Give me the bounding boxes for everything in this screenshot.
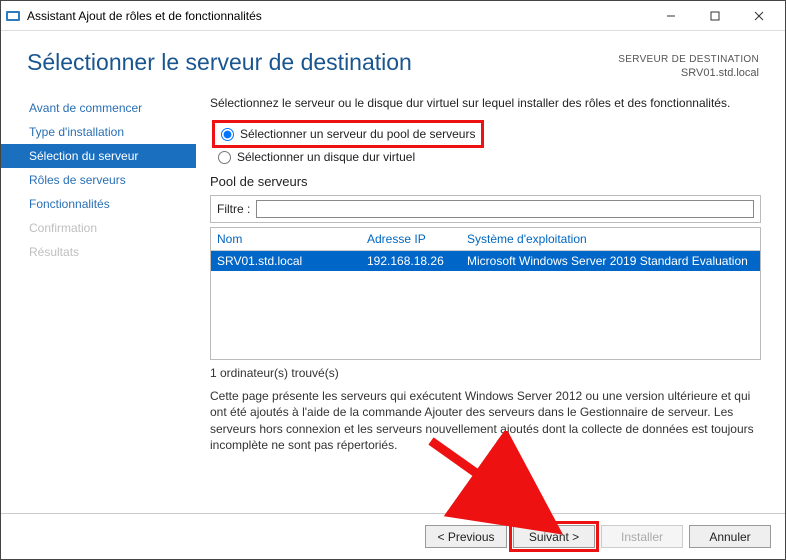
table-row[interactable]: SRV01.std.local 192.168.18.26 Microsoft … bbox=[211, 251, 760, 271]
highlight-select-pool: Sélectionner un serveur du pool de serve… bbox=[212, 120, 484, 148]
radio-vhd-label: Sélectionner un disque dur virtuel bbox=[237, 150, 415, 164]
step-features[interactable]: Fonctionnalités bbox=[1, 192, 196, 216]
titlebar: Assistant Ajout de rôles et de fonctionn… bbox=[1, 1, 785, 31]
radio-vhd[interactable] bbox=[218, 151, 231, 164]
filter-label: Filtre : bbox=[217, 202, 250, 216]
minimize-button[interactable] bbox=[649, 2, 693, 30]
wizard-steps: Avant de commencer Type d'installation S… bbox=[1, 86, 196, 524]
window-title: Assistant Ajout de rôles et de fonctionn… bbox=[27, 9, 649, 23]
destination-server: SRV01.std.local bbox=[618, 66, 759, 80]
explain-text: Cette page présente les serveurs qui exé… bbox=[210, 388, 761, 453]
step-results: Résultats bbox=[1, 240, 196, 264]
footer: < Previous Suivant > Installer Annuler bbox=[1, 513, 785, 559]
step-before-you-begin[interactable]: Avant de commencer bbox=[1, 96, 196, 120]
filter-input[interactable] bbox=[256, 200, 754, 218]
step-server-selection[interactable]: Sélection du serveur bbox=[1, 144, 196, 168]
cell-ip: 192.168.18.26 bbox=[367, 254, 467, 268]
col-ip[interactable]: Adresse IP bbox=[367, 232, 467, 246]
close-button[interactable] bbox=[737, 2, 781, 30]
col-os[interactable]: Système d'exploitation bbox=[467, 232, 754, 246]
step-confirmation: Confirmation bbox=[1, 216, 196, 240]
col-name[interactable]: Nom bbox=[217, 232, 367, 246]
filter-row: Filtre : bbox=[210, 195, 761, 223]
table-body: SRV01.std.local 192.168.18.26 Microsoft … bbox=[211, 251, 760, 359]
table-header: Nom Adresse IP Système d'exploitation bbox=[211, 228, 760, 251]
install-button: Installer bbox=[601, 525, 683, 548]
cell-os: Microsoft Windows Server 2019 Standard E… bbox=[467, 254, 754, 268]
content: Avant de commencer Type d'installation S… bbox=[1, 86, 785, 524]
server-count: 1 ordinateur(s) trouvé(s) bbox=[210, 366, 761, 380]
pool-title: Pool de serveurs bbox=[210, 174, 761, 189]
intro-text: Sélectionnez le serveur ou le disque dur… bbox=[210, 96, 761, 110]
maximize-button[interactable] bbox=[693, 2, 737, 30]
cell-name: SRV01.std.local bbox=[217, 254, 367, 268]
radio-pool[interactable] bbox=[221, 128, 234, 141]
radio-group: Sélectionner un serveur du pool de serve… bbox=[216, 120, 761, 166]
cancel-button[interactable]: Annuler bbox=[689, 525, 771, 548]
radio-vhd-row[interactable]: Sélectionner un disque dur virtuel bbox=[218, 148, 761, 166]
step-installation-type[interactable]: Type d'installation bbox=[1, 120, 196, 144]
destination-info: SERVEUR DE DESTINATION SRV01.std.local bbox=[618, 49, 759, 80]
wizard-header: Sélectionner le serveur de destination S… bbox=[1, 31, 785, 86]
server-table: Nom Adresse IP Système d'exploitation SR… bbox=[210, 227, 761, 360]
page-title: Sélectionner le serveur de destination bbox=[27, 49, 618, 76]
destination-label: SERVEUR DE DESTINATION bbox=[618, 53, 759, 66]
radio-pool-row[interactable]: Sélectionner un serveur du pool de serve… bbox=[221, 125, 475, 143]
main-panel: Sélectionnez le serveur ou le disque dur… bbox=[196, 86, 785, 524]
step-server-roles[interactable]: Rôles de serveurs bbox=[1, 168, 196, 192]
previous-button[interactable]: < Previous bbox=[425, 525, 507, 548]
radio-pool-label: Sélectionner un serveur du pool de serve… bbox=[240, 127, 475, 141]
next-button[interactable]: Suivant > bbox=[513, 525, 595, 548]
app-icon bbox=[5, 8, 21, 24]
